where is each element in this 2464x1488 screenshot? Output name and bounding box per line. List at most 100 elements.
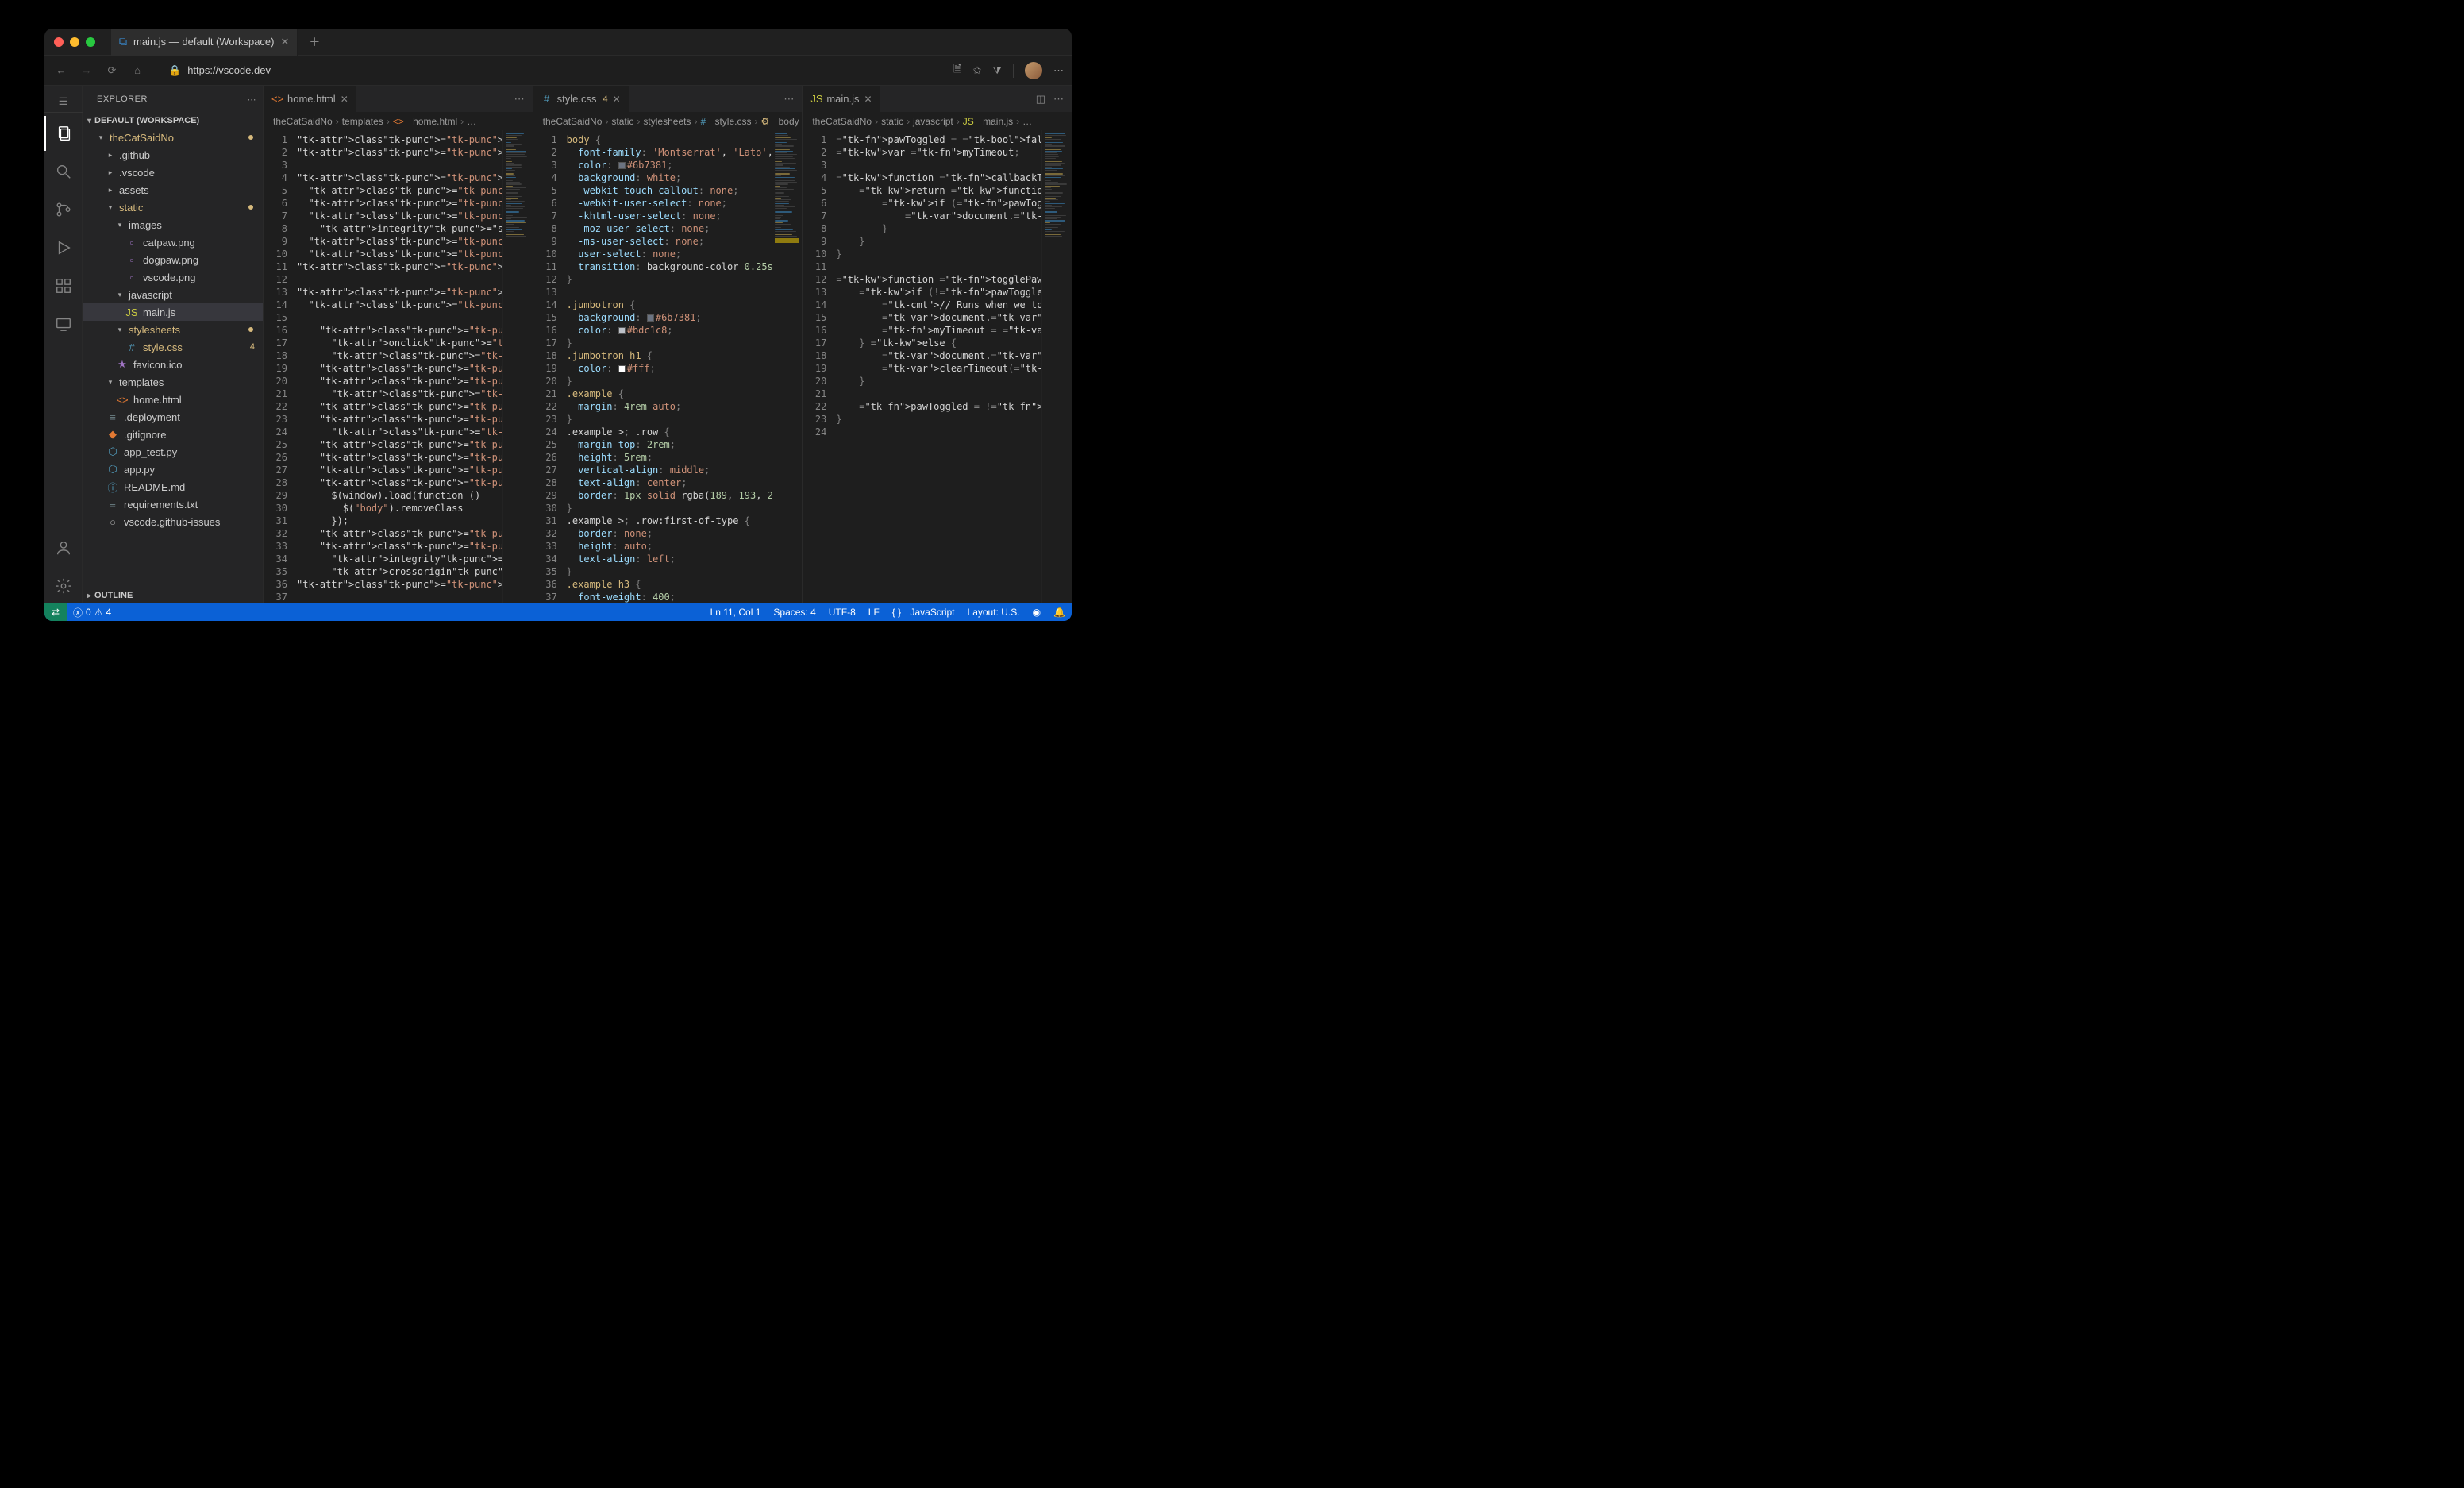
css-file-icon: # bbox=[541, 93, 552, 105]
status-bar: ⇄ ⓧ0 ⚠4 Ln 11, Col 1 Spaces: 4 UTF-8 LF … bbox=[44, 603, 1072, 621]
error-icon: ⓧ bbox=[73, 606, 83, 619]
activity-bar: ☰ bbox=[44, 86, 83, 603]
url-input[interactable] bbox=[187, 64, 931, 76]
close-icon[interactable]: ✕ bbox=[864, 94, 872, 105]
more-icon[interactable]: ⋯ bbox=[1053, 64, 1064, 77]
accounts-icon[interactable] bbox=[44, 530, 83, 565]
minimap-2[interactable] bbox=[772, 130, 802, 603]
close-icon[interactable]: ✕ bbox=[613, 94, 621, 105]
folder-templates[interactable]: ▾templates bbox=[83, 373, 263, 391]
keyboard-layout[interactable]: Layout: U.S. bbox=[961, 603, 1026, 621]
favorite-icon[interactable]: ✩ bbox=[972, 64, 981, 77]
lock-icon: 🔒 bbox=[168, 64, 181, 77]
indentation[interactable]: Spaces: 4 bbox=[767, 603, 822, 621]
file-dogpaw[interactable]: ▫dogpaw.png bbox=[83, 251, 263, 268]
close-window-icon[interactable] bbox=[54, 37, 64, 47]
remote-indicator[interactable]: ⇄ bbox=[44, 603, 67, 621]
folder-assets[interactable]: ▸assets bbox=[83, 181, 263, 199]
address-bar[interactable]: 🔒 bbox=[168, 64, 931, 77]
js-file-icon: JS bbox=[810, 93, 822, 105]
file-requirements[interactable]: ≡requirements.txt bbox=[83, 495, 263, 513]
file-catpaw[interactable]: ▫catpaw.png bbox=[83, 233, 263, 251]
sidebar-header: EXPLORER ⋯ bbox=[83, 86, 263, 113]
sidebar-more-icon[interactable]: ⋯ bbox=[248, 94, 257, 105]
breadcrumbs-3[interactable]: theCatSaidNo› static› javascript› JS mai… bbox=[803, 113, 1072, 130]
workspace-section[interactable]: ▾ DEFAULT (WORKSPACE) bbox=[83, 113, 263, 129]
file-apptest[interactable]: ⬡app_test.py bbox=[83, 443, 263, 461]
folder-vscode[interactable]: ▸.vscode bbox=[83, 164, 263, 181]
file-gitignore[interactable]: ◆.gitignore bbox=[83, 426, 263, 443]
page-icon[interactable]: 🗎 bbox=[953, 62, 961, 79]
close-icon[interactable]: ✕ bbox=[341, 94, 348, 105]
outline-section[interactable]: ▸ OUTLINE bbox=[83, 588, 263, 603]
eol[interactable]: LF bbox=[862, 603, 886, 621]
back-button[interactable]: ← bbox=[52, 64, 70, 76]
separator bbox=[1013, 64, 1014, 78]
folder-images[interactable]: ▾images bbox=[83, 216, 263, 233]
folder-github[interactable]: ▸.github bbox=[83, 146, 263, 164]
browser-tab[interactable]: ⧉ main.js — default (Workspace) ✕ bbox=[111, 29, 298, 56]
editor-tabs-3: JS main.js ✕ ◫ ⋯ bbox=[803, 86, 1072, 113]
extensions-activity-icon[interactable] bbox=[44, 268, 83, 303]
editor-area: <> home.html ✕ ⋯ theCatSaidNo› templates… bbox=[264, 86, 1072, 603]
file-mainjs[interactable]: JSmain.js bbox=[83, 303, 263, 321]
encoding[interactable]: UTF-8 bbox=[822, 603, 862, 621]
problems-indicator[interactable]: ⓧ0 ⚠4 bbox=[67, 603, 117, 621]
code-editor-1[interactable]: 1234567891011121314151617181920212223242… bbox=[264, 130, 533, 603]
chevron-right-icon: ▸ bbox=[87, 592, 91, 600]
editor-more-icon[interactable]: ⋯ bbox=[783, 93, 794, 106]
file-apppy[interactable]: ⬡app.py bbox=[83, 461, 263, 478]
browser-toolbar: ← → ⟳ ⌂ 🔒 🗎 ✩ ⧩ ⋯ bbox=[44, 56, 1072, 86]
language-mode[interactable]: { } JavaScript bbox=[886, 603, 961, 621]
source-control-icon[interactable] bbox=[44, 192, 83, 227]
minimize-window-icon[interactable] bbox=[70, 37, 79, 47]
editor-more-icon[interactable]: ⋯ bbox=[514, 93, 525, 106]
file-tree: ▾theCatSaidNo ▸.github ▸.vscode ▸assets … bbox=[83, 129, 263, 588]
file-favicon[interactable]: ★favicon.ico bbox=[83, 356, 263, 373]
folder-javascript[interactable]: ▾javascript bbox=[83, 286, 263, 303]
folder-stylesheets[interactable]: ▾stylesheets bbox=[83, 321, 263, 338]
run-debug-icon[interactable] bbox=[44, 230, 83, 265]
settings-icon[interactable] bbox=[44, 569, 83, 603]
file-vscodepng[interactable]: ▫vscode.png bbox=[83, 268, 263, 286]
remote-explorer-icon[interactable] bbox=[44, 306, 83, 341]
home-button[interactable]: ⌂ bbox=[129, 64, 146, 76]
breadcrumbs-2[interactable]: theCatSaidNo› static› stylesheets› # sty… bbox=[533, 113, 803, 130]
folder-root[interactable]: ▾theCatSaidNo bbox=[83, 129, 263, 146]
code-editor-3[interactable]: 123456789101112131415161718192021222324 … bbox=[803, 130, 1072, 603]
profile-avatar[interactable] bbox=[1025, 62, 1042, 79]
tab-mainjs[interactable]: JS main.js ✕ bbox=[803, 86, 880, 112]
extensions-icon[interactable]: ⧩ bbox=[992, 64, 1002, 77]
workspace-label: DEFAULT (WORKSPACE) bbox=[94, 116, 199, 125]
code-editor-2[interactable]: 1234567891011121314151617181920212223242… bbox=[533, 130, 803, 603]
maximize-window-icon[interactable] bbox=[86, 37, 95, 47]
file-deployment[interactable]: ≡.deployment bbox=[83, 408, 263, 426]
menu-icon[interactable]: ☰ bbox=[44, 91, 83, 113]
html-file-icon: <> bbox=[271, 93, 283, 105]
editor-actions-1: ⋯ bbox=[506, 86, 533, 112]
cursor-position[interactable]: Ln 11, Col 1 bbox=[704, 603, 768, 621]
feedback-icon[interactable]: ◉ bbox=[1026, 603, 1047, 621]
tab-homehtml[interactable]: <> home.html ✕ bbox=[264, 86, 357, 112]
tab-stylecss[interactable]: # style.css 4 ✕ bbox=[533, 86, 629, 112]
file-stylecss[interactable]: #style.css4 bbox=[83, 338, 263, 356]
minimap-3[interactable] bbox=[1041, 130, 1072, 603]
file-homehtml[interactable]: <>home.html bbox=[83, 391, 263, 408]
reload-button[interactable]: ⟳ bbox=[103, 64, 121, 77]
editor-more-icon[interactable]: ⋯ bbox=[1053, 93, 1064, 106]
folder-static[interactable]: ▾static bbox=[83, 199, 263, 216]
chevron-down-icon: ▾ bbox=[87, 117, 91, 125]
file-readme[interactable]: ⓘREADME.md bbox=[83, 478, 263, 495]
editor-tabs-1: <> home.html ✕ ⋯ bbox=[264, 86, 533, 113]
split-editor-icon[interactable]: ◫ bbox=[1036, 93, 1045, 106]
explorer-icon[interactable] bbox=[44, 116, 83, 151]
breadcrumbs-1[interactable]: theCatSaidNo› templates› <> home.html› … bbox=[264, 113, 533, 130]
vscode-icon: ⧉ bbox=[119, 35, 127, 48]
notifications-icon[interactable]: 🔔 bbox=[1047, 603, 1072, 621]
window-controls bbox=[54, 37, 95, 47]
close-tab-icon[interactable]: ✕ bbox=[281, 36, 290, 48]
search-icon[interactable] bbox=[44, 154, 83, 189]
new-tab-button[interactable]: ＋ bbox=[309, 34, 320, 50]
file-ghissues[interactable]: ○vscode.github-issues bbox=[83, 513, 263, 530]
minimap-1[interactable] bbox=[502, 130, 533, 603]
